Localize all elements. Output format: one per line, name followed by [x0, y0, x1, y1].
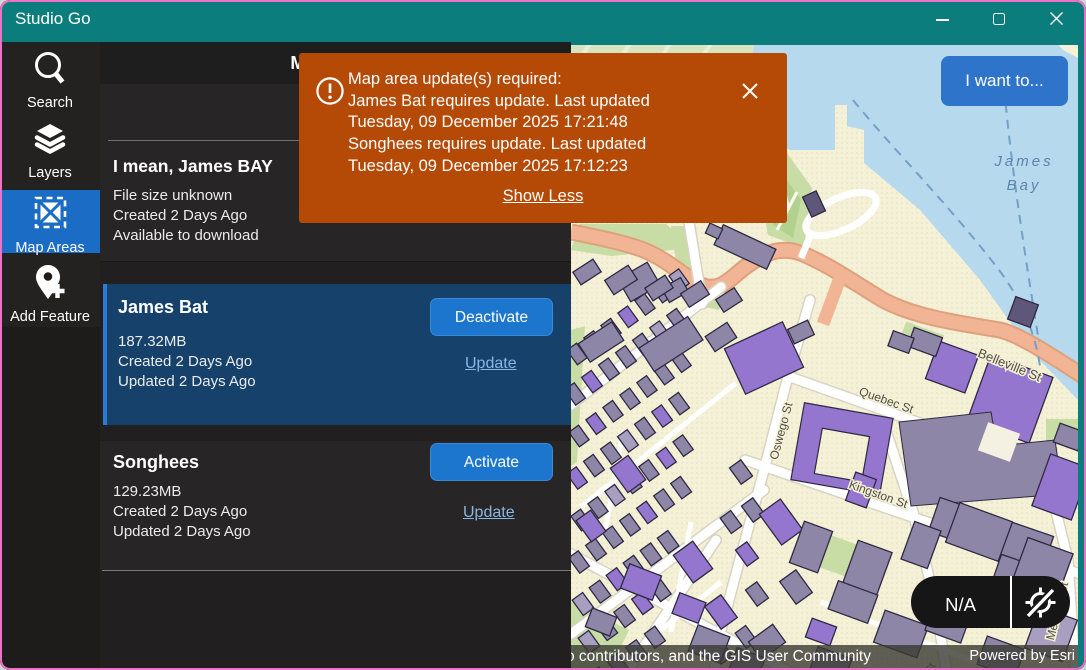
svg-text:Bay: Bay — [1007, 177, 1042, 194]
svg-text:James: James — [993, 153, 1053, 170]
